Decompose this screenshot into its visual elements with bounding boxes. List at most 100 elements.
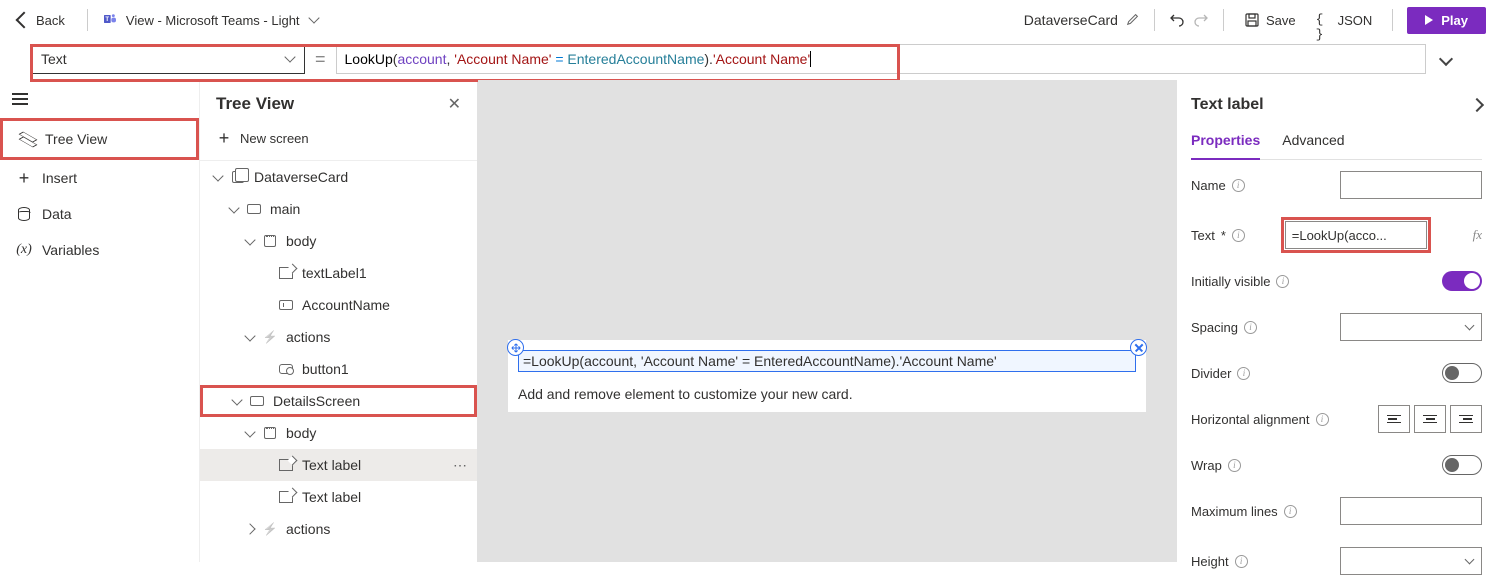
tab-advanced[interactable]: Advanced: [1282, 126, 1344, 159]
align-left-button[interactable]: [1378, 405, 1410, 433]
tree-node-textlabel[interactable]: textLabel1: [200, 257, 477, 289]
nav-label: Data: [42, 206, 72, 222]
formula-token-string: 'Account Name': [454, 51, 551, 67]
align-center-button[interactable]: [1414, 405, 1446, 433]
tree-node-textinput[interactable]: AccountName: [200, 289, 477, 321]
close-icon[interactable]: ✕: [448, 94, 461, 114]
container-icon: [262, 233, 278, 249]
divider: [1223, 9, 1224, 31]
formula-token-string: 'Account Name': [713, 51, 810, 67]
caret-icon[interactable]: [228, 202, 239, 213]
tree-node-textlabel[interactable]: Text label: [200, 481, 477, 513]
textinput-icon: [278, 297, 294, 313]
chevron-right-icon[interactable]: [1470, 98, 1484, 112]
caret-icon[interactable]: [244, 426, 255, 437]
info-icon[interactable]: i: [1237, 367, 1250, 380]
tree-node-label: Text label: [302, 457, 361, 473]
tree-node-container[interactable]: body: [200, 417, 477, 449]
selected-textlabel-element[interactable]: =LookUp(account, 'Account Name' = Entere…: [518, 350, 1136, 372]
prop-label-maxlines: Maximum lines: [1191, 504, 1278, 519]
text-input[interactable]: =LookUp(acco...: [1285, 221, 1427, 249]
app-title-edit[interactable]: DataverseCard: [1024, 12, 1140, 29]
card-canvas[interactable]: =LookUp(account, 'Account Name' = Entere…: [508, 340, 1146, 412]
spacing-select[interactable]: [1340, 313, 1482, 341]
nav-item-tree-view[interactable]: Tree View: [0, 118, 199, 160]
new-screen-label: New screen: [240, 131, 309, 146]
tree-node-container[interactable]: body: [200, 225, 477, 257]
fx-icon[interactable]: fx: [1473, 227, 1482, 243]
prop-label-text: Text: [1191, 228, 1215, 243]
prop-label-divider: Divider: [1191, 366, 1231, 381]
tree-node-label: DataverseCard: [254, 169, 348, 185]
canvas-area[interactable]: =LookUp(account, 'Account Name' = Entere…: [478, 80, 1176, 562]
undo-button[interactable]: [1169, 11, 1185, 30]
plus-icon: [16, 170, 32, 186]
tree-node-actions[interactable]: actions: [200, 321, 477, 353]
move-handle-icon[interactable]: [507, 339, 524, 356]
wrap-toggle[interactable]: [1442, 455, 1482, 475]
align-right-button[interactable]: [1450, 405, 1482, 433]
divider: [1154, 9, 1155, 31]
caret-icon[interactable]: [244, 523, 255, 534]
nav-item-insert[interactable]: Insert: [0, 160, 199, 196]
nav-item-data[interactable]: Data: [0, 196, 199, 232]
name-input[interactable]: [1340, 171, 1482, 199]
property-selector[interactable]: Text: [30, 44, 305, 74]
caret-icon[interactable]: [244, 330, 255, 341]
initially-visible-toggle[interactable]: [1442, 271, 1482, 291]
expand-formula-button[interactable]: [1439, 52, 1453, 66]
divider: [87, 9, 88, 31]
canvas-placeholder-text: Add and remove element to customize your…: [518, 386, 1136, 402]
svg-text:T: T: [105, 17, 109, 23]
more-icon[interactable]: ⋯: [453, 457, 467, 474]
divider-toggle[interactable]: [1442, 363, 1482, 383]
formula-input[interactable]: LookUp(account, 'Account Name' = Entered…: [336, 44, 1426, 74]
formula-token-fn: LookUp: [345, 51, 393, 67]
play-button[interactable]: Play: [1407, 7, 1486, 34]
info-icon[interactable]: i: [1232, 229, 1245, 242]
required-star: *: [1221, 228, 1226, 243]
info-icon[interactable]: i: [1228, 459, 1241, 472]
tree-node-label: body: [286, 425, 316, 441]
formula-token-comma: ,: [447, 51, 455, 67]
prop-label-name: Name: [1191, 178, 1226, 193]
hamburger-button[interactable]: [0, 80, 199, 118]
main-region: Tree View Insert Data (x) Variables Tree…: [0, 80, 1496, 562]
info-icon[interactable]: i: [1232, 179, 1245, 192]
view-switcher[interactable]: T View - Microsoft Teams - Light: [102, 11, 318, 30]
nav-item-variables[interactable]: (x) Variables: [0, 232, 199, 268]
chevron-down-icon: [1465, 554, 1475, 564]
info-icon[interactable]: i: [1276, 275, 1289, 288]
chevron-down-icon: [1465, 320, 1475, 330]
new-screen-button[interactable]: New screen: [200, 122, 477, 161]
tree-node-actions[interactable]: actions: [200, 513, 477, 545]
tree-node-screen[interactable]: main: [200, 193, 477, 225]
tree-node-screen-details[interactable]: DetailsScreen: [200, 385, 477, 417]
info-icon[interactable]: i: [1316, 413, 1329, 426]
tree-node-card[interactable]: DataverseCard: [200, 161, 477, 193]
info-icon[interactable]: i: [1244, 321, 1257, 334]
chevron-down-icon: [308, 12, 319, 23]
save-button[interactable]: Save: [1238, 8, 1302, 32]
tab-properties[interactable]: Properties: [1191, 126, 1260, 160]
prop-row-initially-visible: Initially visiblei: [1191, 260, 1482, 302]
maximum-lines-input[interactable]: [1340, 497, 1482, 525]
prop-row-wrap: Wrapi: [1191, 444, 1482, 486]
prop-row-text: Text * i =LookUp(acco... fx: [1191, 210, 1482, 260]
tree-node-button[interactable]: button1: [200, 353, 477, 385]
tree-node-label: button1: [302, 361, 349, 377]
tree-node-textlabel-selected[interactable]: Text label ⋯: [200, 449, 477, 481]
height-select[interactable]: [1340, 547, 1482, 575]
caret-icon[interactable]: [231, 394, 242, 405]
caret-icon[interactable]: [244, 234, 255, 245]
delete-handle-icon[interactable]: [1130, 339, 1147, 356]
caret-icon[interactable]: [212, 170, 223, 181]
app-title: DataverseCard: [1024, 12, 1118, 28]
formula-token-datasource: account: [397, 51, 446, 67]
button-icon: [278, 361, 294, 377]
prop-label-height: Height: [1191, 554, 1229, 569]
info-icon[interactable]: i: [1284, 505, 1297, 518]
highlight-text-property: =LookUp(acco...: [1281, 217, 1431, 253]
json-button[interactable]: { } JSON: [1310, 8, 1379, 32]
back-button[interactable]: Back: [10, 9, 73, 32]
